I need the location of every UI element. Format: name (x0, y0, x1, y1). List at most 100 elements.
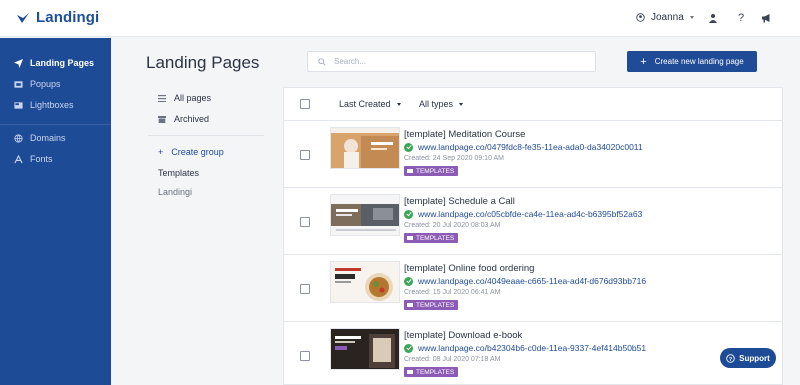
create-button-label: Create new landing page (654, 57, 744, 66)
tag-label: TEMPLATES (416, 301, 455, 309)
url-text: www.landpage.co/c05cbfde-ca4e-11ea-ad4c-… (418, 209, 643, 219)
row-checkbox[interactable] (300, 217, 310, 227)
url-text: www.landpage.co/0479fdc8-fe35-11ea-ada0-… (418, 142, 643, 152)
help-circle-icon: ? (726, 353, 735, 362)
created-date: Created: 08 Jul 2020 07:18 AM (404, 356, 501, 363)
tag-label: TEMPLATES (416, 234, 455, 242)
paper-plane-icon (14, 58, 23, 68)
tag-label: TEMPLATES (416, 167, 455, 175)
type-dropdown[interactable]: All types (419, 99, 464, 109)
create-group-label: Create group (171, 147, 224, 157)
group-landingi[interactable]: Landingi (158, 187, 192, 197)
sort-label: Last Created (339, 99, 391, 109)
created-date: Created: 20 Jul 2020 08:03 AM (404, 222, 501, 229)
page-title-text[interactable]: [template] Online food ordering (404, 263, 534, 274)
page-thumbnail[interactable] (330, 328, 400, 370)
search-box[interactable] (307, 51, 596, 72)
filter-archived[interactable]: Archived (158, 114, 209, 124)
chevron-down-icon (459, 102, 464, 106)
group-tag[interactable]: TEMPLATES (404, 367, 459, 377)
folder-icon (407, 236, 413, 240)
megaphone-icon[interactable] (759, 11, 773, 25)
folder-icon (407, 370, 413, 374)
chevron-down-icon (689, 16, 694, 19)
page-title-text[interactable]: [template] Download e-book (404, 330, 522, 341)
user-name: Joanna (651, 12, 684, 23)
user-avatar-icon (636, 13, 645, 22)
row-checkbox[interactable] (300, 351, 310, 361)
sidebar: Landing Pages Popups Lightboxes Domains … (0, 38, 111, 385)
list-item[interactable]: [template] Schedule a Call www.landpage.… (284, 188, 782, 255)
group-tag[interactable]: TEMPLATES (404, 233, 459, 243)
sidebar-item-domains[interactable]: Domains (14, 133, 66, 143)
page-title-text[interactable]: [template] Meditation Course (404, 129, 525, 140)
list-item[interactable]: [template] Online food ordering www.land… (284, 255, 782, 322)
published-check-icon (404, 142, 413, 152)
select-all-checkbox[interactable] (300, 99, 310, 109)
created-date: Created: 15 Jul 2020 06:41 AM (404, 289, 501, 296)
filter-all-pages[interactable]: All pages (158, 93, 211, 103)
sidebar-divider (0, 124, 111, 125)
list-icon (158, 94, 166, 102)
group-templates[interactable]: Templates (158, 168, 199, 178)
row-checkbox[interactable] (300, 284, 310, 294)
page-thumbnail[interactable] (330, 194, 400, 236)
account-icon[interactable] (706, 11, 720, 25)
top-bar: Landingi Joanna ? (0, 0, 800, 37)
sidebar-item-label: Popups (30, 79, 61, 89)
list-item[interactable]: [template] Download e-book www.landpage.… (284, 322, 782, 385)
page-url[interactable]: www.landpage.co/b42304b6-c0de-11ea-9337-… (404, 343, 646, 353)
page-thumbnail[interactable] (330, 261, 400, 303)
filter-label: All pages (174, 93, 212, 103)
page-title-text[interactable]: [template] Schedule a Call (404, 196, 515, 207)
support-label: Support (739, 353, 770, 363)
brand-name: Landingi (36, 9, 100, 26)
filter-label: Archived (174, 114, 210, 124)
lightbox-icon (14, 101, 23, 109)
plus-icon: + (640, 55, 647, 68)
row-checkbox[interactable] (300, 150, 310, 160)
brand[interactable]: Landingi (16, 9, 99, 26)
created-date: Created: 24 Sep 2020 09:10 AM (404, 155, 505, 162)
page-title: Landing Pages (146, 53, 260, 72)
folder-icon (407, 169, 413, 173)
group-tag[interactable]: TEMPLATES (404, 166, 459, 176)
search-icon (318, 57, 326, 66)
user-menu[interactable]: Joanna (636, 12, 694, 23)
popup-icon (14, 80, 23, 88)
page-url[interactable]: www.landpage.co/c05cbfde-ca4e-11ea-ad4c-… (404, 209, 642, 219)
sidebar-item-label: Landing Pages (30, 58, 95, 68)
support-button[interactable]: ? Support (720, 348, 776, 368)
landingi-logo-icon (17, 12, 29, 23)
archive-icon (158, 115, 166, 123)
help-icon[interactable]: ? (734, 11, 748, 25)
list-item[interactable]: [template] Meditation Course www.landpag… (284, 121, 782, 188)
sidebar-item-lightboxes[interactable]: Lightboxes (14, 100, 74, 110)
published-check-icon (404, 209, 413, 219)
landing-page-list: Last Created All types [template] Medita… (283, 87, 783, 385)
search-input[interactable] (334, 57, 574, 66)
page-url[interactable]: www.landpage.co/0479fdc8-fe35-11ea-ada0-… (404, 142, 643, 152)
sidebar-item-landing-pages[interactable]: Landing Pages (14, 58, 94, 68)
sidebar-item-fonts[interactable]: Fonts (14, 154, 53, 164)
sidebar-item-label: Domains (30, 133, 66, 143)
page-url[interactable]: www.landpage.co/4049eaae-c665-11ea-ad4f-… (404, 276, 646, 286)
plus-icon: + (158, 147, 164, 157)
sort-dropdown[interactable]: Last Created (339, 99, 401, 109)
globe-icon (14, 133, 23, 143)
type-label: All types (419, 99, 454, 109)
create-group-link[interactable]: + Create group (158, 147, 224, 157)
svg-text:?: ? (729, 356, 732, 362)
sidebar-item-popups[interactable]: Popups (14, 79, 61, 89)
sidebar-item-label: Lightboxes (30, 100, 74, 110)
sidebar-item-label: Fonts (30, 154, 53, 164)
page-thumbnail[interactable] (330, 127, 400, 169)
url-text: www.landpage.co/b42304b6-c0de-11ea-9337-… (418, 343, 647, 353)
published-check-icon (404, 343, 413, 353)
filter-divider (148, 135, 264, 136)
published-check-icon (404, 276, 413, 286)
folder-icon (407, 303, 413, 307)
create-landing-page-button[interactable]: + Create new landing page (627, 51, 757, 72)
group-tag[interactable]: TEMPLATES (404, 300, 459, 310)
chevron-down-icon (396, 102, 401, 106)
